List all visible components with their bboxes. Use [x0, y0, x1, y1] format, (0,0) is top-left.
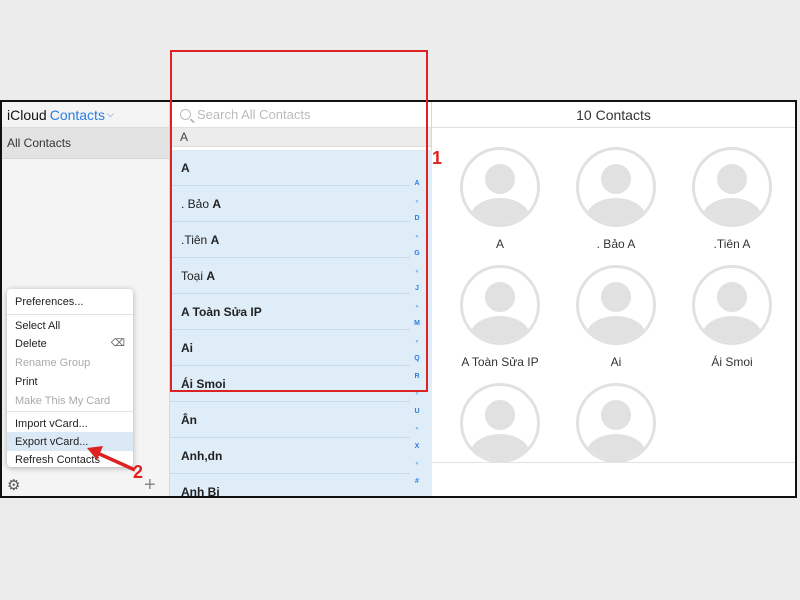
contact-count: 10 Contacts — [432, 102, 795, 128]
avatar — [692, 265, 772, 345]
avatar — [692, 147, 772, 227]
contact-card[interactable]: .Tiên A — [674, 147, 790, 251]
contact-card[interactable]: A — [442, 147, 558, 251]
menu-item-delete[interactable]: Delete ⌫ — [15, 336, 129, 352]
menu-item-make-my-card: Make This My Card — [15, 395, 111, 407]
list-item[interactable]: Anh Bi — [170, 474, 410, 498]
index-letter[interactable]: U — [408, 403, 426, 421]
avatar — [460, 265, 540, 345]
contact-card[interactable]: Ai — [558, 265, 674, 369]
app-switcher[interactable]: iCloud Contacts ⌵ — [2, 102, 169, 128]
index-dot[interactable]: • — [408, 455, 426, 473]
contact-surname: Ân — [181, 413, 197, 427]
contact-name: A Toàn Sửa IP — [461, 355, 539, 369]
menu-separator — [7, 411, 133, 412]
menu-item-print[interactable]: Print — [15, 374, 129, 390]
menu-separator — [7, 314, 133, 315]
avatar — [576, 265, 656, 345]
app-name[interactable]: Contacts — [50, 107, 105, 123]
annotation-box — [170, 50, 428, 392]
avatar — [576, 147, 656, 227]
menu-item-preferences[interactable]: Preferences... — [15, 294, 129, 310]
contact-name: .Tiên A — [713, 237, 751, 251]
add-contact-icon[interactable]: + — [144, 475, 156, 495]
menu-item-import-vcard[interactable]: Import vCard... — [15, 416, 129, 432]
contact-card[interactable]: Ái Smoi — [674, 265, 790, 369]
contact-surname: Anh,dn — [181, 449, 223, 463]
contact-name: A — [495, 237, 504, 251]
menu-item-delete-label: Delete — [15, 338, 47, 350]
gear-icon[interactable]: ⚙ — [7, 478, 23, 494]
contact-card[interactable]: A Toàn Sửa IP — [442, 265, 558, 369]
contact-card[interactable] — [442, 383, 558, 473]
contact-name: Ái Smoi — [711, 355, 753, 369]
contact-card[interactable] — [558, 383, 674, 473]
list-item[interactable]: Anh,dn — [170, 438, 410, 474]
avatar — [460, 147, 540, 227]
menu-item-select-all[interactable]: Select All — [15, 318, 129, 334]
chevron-down-icon[interactable]: ⌵ — [107, 109, 114, 120]
annotation-arrow — [87, 446, 136, 472]
group-all-contacts[interactable]: All Contacts — [2, 128, 169, 159]
brand-label: iCloud — [7, 106, 47, 123]
index-letter[interactable]: # — [408, 473, 426, 491]
contact-name: Ai — [610, 355, 622, 369]
index-dot[interactable]: • — [408, 420, 426, 438]
annotation-number-1: 1 — [432, 148, 443, 168]
avatar — [460, 383, 540, 463]
contact-surname: Anh Bi — [181, 485, 220, 498]
menu-item-rename-group: Rename Group — [15, 357, 91, 369]
list-item[interactable]: Ân — [170, 402, 410, 438]
sidebar: iCloud Contacts ⌵ All Contacts ⚙ + Prefe… — [2, 102, 170, 496]
index-letter[interactable]: X — [408, 438, 426, 456]
contact-grid-panel: 10 Contacts A . Bảo A .Tiên A A Toàn Sửa IP… — [432, 102, 795, 496]
contact-card[interactable]: . Bảo A — [558, 147, 674, 251]
contact-name: . Bảo A — [596, 237, 636, 251]
divider — [432, 462, 795, 463]
avatar — [576, 383, 656, 463]
delete-key-icon: ⌫ — [110, 338, 125, 349]
